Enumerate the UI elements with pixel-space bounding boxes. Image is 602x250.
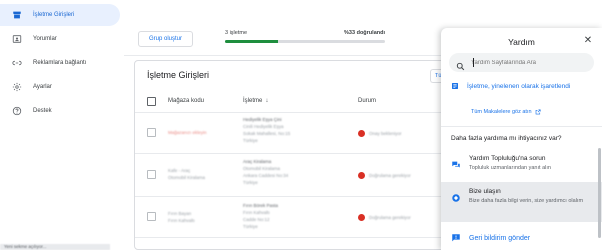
card-title: İşletme Girişleri — [147, 70, 210, 80]
status-dot — [358, 214, 365, 221]
store-code[interactable]: Kafe - Araç — [168, 167, 190, 174]
verified-percent: %33 doğrulandı — [344, 30, 385, 36]
link-icon — [10, 56, 24, 70]
contact-us-option[interactable]: Bize ulaşın Bize daha fazla bilgi verin,… — [441, 182, 602, 222]
sidebar-item-label: İşletme Girişleri — [33, 12, 75, 18]
sidebar-item-reviews[interactable]: Yorumlar — [0, 28, 124, 50]
storefront-icon — [10, 8, 24, 22]
sidebar-item-business-listings[interactable]: İşletme Girişleri — [0, 4, 120, 26]
feedback-icon — [451, 233, 461, 243]
business-name: Hediyelik Eşya Çini — [243, 117, 282, 122]
store-code[interactable]: Mağazanızı ekleyin — [168, 129, 207, 136]
status-text: Onay bekleniyor — [369, 131, 402, 136]
column-store-code[interactable]: Mağaza kodu — [168, 98, 204, 104]
business-line: Otomobil Kiralama — [243, 166, 281, 171]
all-articles-link[interactable]: Tüm Makalelere göz atın — [471, 109, 541, 115]
faq-link-label: İşletme, yinelenen olarak işaretlendi — [467, 82, 571, 90]
text-cursor — [473, 58, 474, 67]
select-all-checkbox[interactable] — [147, 97, 156, 106]
business-line: Fırın Kahvaltı — [243, 210, 270, 215]
column-business-label: İşletme — [243, 98, 263, 104]
open-external-icon — [535, 109, 541, 115]
store-code-line: Fırın Kahvaltı — [168, 218, 195, 223]
progress-track — [225, 40, 385, 43]
community-option[interactable]: Yardım Topluluğu'na sorun Topluluk uzman… — [441, 152, 602, 182]
status-toast: Yeni sekme açılıyor... — [0, 244, 110, 250]
help-circle-icon — [10, 104, 24, 118]
faq-link-duplicate[interactable]: İşletme, yinelenen olarak işaretlendi — [451, 82, 570, 90]
contact-icon — [451, 190, 461, 202]
close-icon[interactable]: ✕ — [582, 34, 594, 46]
business-name: Fırın Börek Pasta — [243, 203, 279, 208]
sort-down-icon: ↓ — [265, 98, 269, 104]
business-line: Türkiye — [243, 138, 258, 143]
business-line: Türkiye — [243, 180, 258, 185]
all-articles-label: Tüm Makalelere göz atın — [471, 109, 532, 115]
community-option-subtitle: Topluluk uzmanlarından yanıt alın — [469, 165, 551, 171]
business-line: Cadde No:12 — [243, 217, 270, 222]
sidebar-item-label: Ayarlar — [33, 84, 52, 90]
business-name: Araç Kiralama — [243, 159, 272, 164]
business-line: Sokak Mahallesi, No:15 — [243, 131, 291, 136]
community-icon — [451, 157, 461, 168]
sidebar-item-ad-links[interactable]: Reklamlara bağlantı — [0, 52, 124, 74]
article-icon — [451, 82, 459, 90]
contact-option-subtitle: Bize daha fazla bilgi verin, size yardım… — [469, 198, 584, 204]
store-code[interactable]: Fırın Bayan — [168, 210, 191, 217]
column-status[interactable]: Durum — [358, 98, 376, 104]
business-line: Türkiye — [243, 224, 258, 229]
status-text: Doğrulama gerekiyor — [369, 215, 411, 220]
sidebar-item-settings[interactable]: Ayarlar — [0, 76, 124, 98]
help-title: Yardım — [508, 37, 535, 47]
status-dot — [358, 172, 365, 179]
status-text: Doğrulama gerekiyor — [369, 173, 411, 178]
business-line: Ankara Caddesi No:34 — [243, 173, 289, 178]
sidebar: İşletme Girişleri Yorumlar Reklamlara ba… — [0, 0, 124, 250]
help-search-input[interactable] — [471, 59, 591, 66]
divider — [441, 126, 602, 127]
help-search-box[interactable] — [449, 53, 594, 72]
row-checkbox[interactable] — [147, 128, 156, 137]
sidebar-item-label: Yorumlar — [33, 36, 57, 42]
community-option-title: Yardım Topluluğu'na sorun — [469, 155, 546, 162]
sidebar-item-label: Reklamlara bağlantı — [33, 60, 87, 66]
sidebar-item-label: Destek — [33, 108, 52, 114]
row-checkbox[interactable] — [147, 212, 156, 221]
progress-fill — [225, 40, 278, 43]
sidebar-item-support[interactable]: Destek — [0, 100, 124, 122]
contact-option-title: Bize ulaşın — [469, 188, 501, 195]
business-line: Cinili Hediyelik Eşya — [243, 124, 284, 129]
store-code-line: Otomobil Kiralama — [168, 175, 206, 180]
help-panel: Yardım ✕ İşletme, yinelenen olarak işare… — [441, 28, 602, 250]
more-help-heading: Daha fazla yardıma mı ihtiyacınız var? — [451, 135, 562, 142]
reviews-icon — [10, 32, 24, 46]
status-dot — [358, 130, 365, 137]
send-feedback-label: Geri bildirim gönder — [469, 234, 531, 242]
business-count: 3 işletme — [225, 30, 248, 36]
send-feedback-link[interactable]: Geri bildirim gönder — [451, 233, 530, 243]
search-icon — [456, 58, 465, 71]
column-business[interactable]: İşletme ↓ — [243, 98, 268, 104]
create-group-button[interactable]: Grup oluştur — [138, 31, 194, 47]
row-checkbox[interactable] — [147, 170, 156, 179]
gear-icon — [10, 80, 24, 94]
verification-progress: 3 işletme %33 doğrulandı — [225, 30, 385, 43]
app-root: İşletme Girişleri Yorumlar Reklamlara ba… — [0, 0, 602, 250]
help-scrollbar[interactable] — [598, 148, 601, 238]
